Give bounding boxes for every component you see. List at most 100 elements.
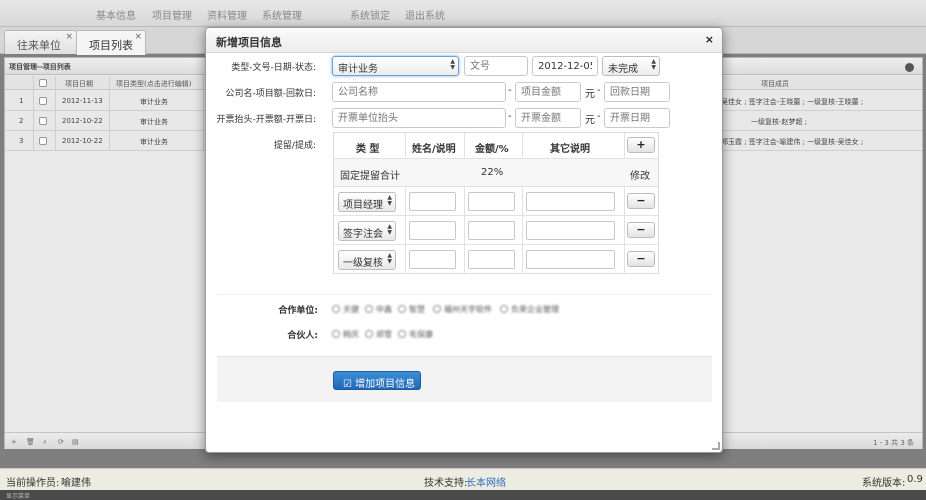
col-members[interactable]: 项目成员 [761,79,789,89]
fixed-type: 固定提留合计 [340,171,400,182]
show-menu-link[interactable]: 显示菜单 [0,490,926,500]
remove-row-button[interactable]: − [627,193,655,209]
associate-radio[interactable]: 韩庆 [332,329,359,340]
close-icon[interactable]: × [65,32,73,42]
project-date-input[interactable] [532,56,598,76]
partner-option: 负荣企业管理 [511,305,559,314]
collapse-icon[interactable] [905,63,914,72]
partner-radio[interactable]: 天健 [332,304,359,315]
menu-system-lock[interactable]: 系统锁定 [350,7,390,22]
top-menu-bar: 基本信息 项目管理 资料管理 系统管理 系统锁定 退出系统 [0,0,926,27]
dialog-title: 新增项目信息 [216,36,282,49]
partner-option: 天健 [343,305,359,314]
associates-label: 合伙人: [287,331,318,341]
row-members: 一级复核-赵梦超 ; [751,118,808,126]
commission-row: 一级复核 ▲ ▼ − [334,244,658,273]
row-members: 郑玉霞 ; 签字注会-喻建伟 ; 一级复核-吴佳女 ; [721,138,864,146]
note-input[interactable] [526,250,615,269]
menu-project-management[interactable]: 项目管理 [152,7,192,22]
add-project-button[interactable]: ☑ 增加项目信息 [333,371,421,390]
partner-radio[interactable]: 福州天宇软件 [433,304,492,315]
project-type-select[interactable]: 审计业务 ▲ ▼ [332,56,459,76]
status-select[interactable]: 未完成 ▲ ▼ [602,56,660,76]
select-all-checkbox[interactable] [39,79,47,87]
name-input[interactable] [409,221,456,240]
name-input[interactable] [409,192,456,211]
project-type-value: 审计业务 [338,64,378,75]
row-checkbox[interactable] [39,117,47,125]
menu-system-management[interactable]: 系统管理 [262,7,302,22]
grid-divider [109,76,110,150]
invoice-title-input[interactable] [332,108,506,128]
commission-row: 项目经理 ▲ ▼ − [334,186,658,215]
tab-label: 项目列表 [89,39,133,52]
close-icon[interactable]: × [134,32,142,42]
menu-basic-info[interactable]: 基本信息 [96,7,136,22]
updown-arrow-icon: ▲ ▼ [450,58,455,71]
note-input[interactable] [526,192,615,211]
amount-input[interactable] [468,250,515,269]
search-icon[interactable]: ⌕ [43,438,47,447]
delete-icon[interactable]: 🗑 [26,438,35,446]
dialog-header: 新增项目信息 × [206,28,722,53]
row-checkbox[interactable] [39,137,47,145]
row-type[interactable]: 审计业务 [140,117,168,127]
refresh-icon[interactable]: ⟳ [58,438,64,446]
role-value: 一级复核 [343,258,383,269]
fixed-commission-row: 固定提留合计 22% 修改 [334,158,658,186]
row-members: 吴佳女 ; 签字注会-王晓蕾 ; 一级复核-王晓蕾 ; [721,98,864,106]
invoice-date-input[interactable] [604,108,670,128]
col-date[interactable]: 项目日期 [65,79,93,89]
associate-radio[interactable]: 郑雪 [365,329,392,340]
associate-option: 毛保康 [409,330,433,339]
partner-option: 福州天宇软件 [444,305,492,314]
menu-data-management[interactable]: 资料管理 [207,7,247,22]
doc-number-input[interactable] [464,56,528,76]
row-date: 2012-10-22 [62,137,103,145]
add-project-label: 增加项目信息 [355,379,416,390]
role-select[interactable]: 项目经理 ▲ ▼ [338,192,396,212]
grid-divider [55,76,56,150]
menu-logout[interactable]: 退出系统 [405,7,445,22]
row-type[interactable]: 审计业务 [140,137,168,147]
amount-input[interactable] [468,192,515,211]
remove-row-button[interactable]: − [627,251,655,267]
remove-row-button[interactable]: − [627,222,655,238]
invoice-amount-input[interactable] [515,108,581,128]
resize-handle-icon[interactable] [712,442,720,450]
partner-radio[interactable]: 智慧 [398,304,425,315]
row-checkbox[interactable] [39,97,47,105]
dash-separator: - [508,111,512,122]
support-link[interactable]: 长本网络 [466,474,506,489]
dash-separator: - [597,85,601,96]
row-type[interactable]: 审计业务 [140,97,168,107]
row-number: 2 [19,117,24,125]
grid-divider [33,76,34,150]
note-input[interactable] [526,221,615,240]
role-select[interactable]: 一级复核 ▲ ▼ [338,250,396,270]
tab-project-list[interactable]: 项目列表 × [76,30,146,55]
name-input[interactable] [409,250,456,269]
project-amount-input[interactable] [515,82,581,102]
header-name: 姓名/说明 [412,144,456,155]
add-commission-button[interactable]: + [627,137,655,153]
role-value: 签字注会 [343,229,383,240]
role-value: 项目经理 [343,200,383,211]
add-icon[interactable]: + [11,438,17,446]
close-icon[interactable]: × [705,33,714,46]
associate-radio[interactable]: 毛保康 [398,329,433,340]
partner-radio[interactable]: 负荣企业管理 [500,304,559,315]
partners-label: 合作单位: [278,306,318,316]
modify-link[interactable]: 修改 [630,167,650,182]
amount-input[interactable] [468,221,515,240]
status-value: 未完成 [608,64,638,75]
col-type[interactable]: 项目类型(点击进行编辑) [116,79,191,89]
partner-radio[interactable]: 中鑫 [365,304,392,315]
edit-icon: ☑ [343,379,352,390]
role-select[interactable]: 签字注会 ▲ ▼ [338,221,396,241]
company-name-input[interactable] [332,82,506,102]
columns-icon[interactable]: ▤ [72,438,79,446]
row-number: 1 [19,97,24,105]
return-date-input[interactable] [604,82,670,102]
tab-contacts[interactable]: 往来单位 × [4,30,77,54]
